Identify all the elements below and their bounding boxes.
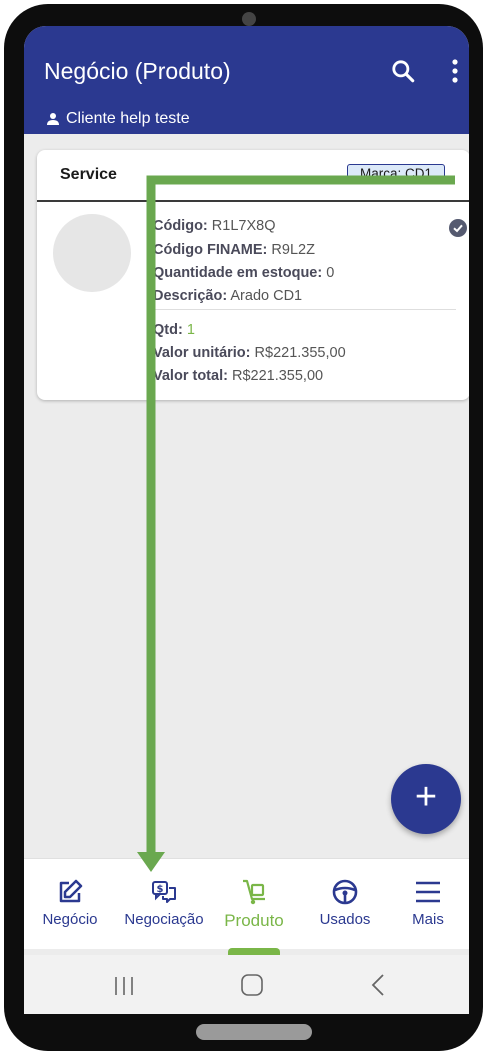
estoque-value: 0 — [326, 265, 335, 281]
client-name: Cliente help teste — [66, 110, 190, 127]
svg-text:$: $ — [157, 884, 164, 895]
home-indicator — [196, 1024, 312, 1040]
estoque-label: Quantidade em estoque: — [153, 265, 323, 281]
bottom-nav: Negócio $ Negociação Produto Usados Mais — [24, 858, 469, 949]
nav-label-produto: Produto — [224, 911, 284, 930]
add-fab-button[interactable]: + — [391, 764, 461, 834]
card-header: Service Marca: CD1 — [37, 150, 469, 202]
unitario-value: R$221.355,00 — [254, 345, 346, 361]
home-icon[interactable] — [240, 973, 264, 997]
more-vert-icon[interactable] — [444, 56, 466, 86]
system-nav-bar — [24, 955, 469, 1014]
codigo-label: Código: — [153, 218, 208, 234]
nav-label-negocio: Negócio — [42, 911, 98, 928]
person-icon — [47, 113, 59, 125]
recents-icon[interactable] — [112, 975, 136, 997]
total-value: R$221.355,00 — [231, 368, 324, 384]
nav-label-mais: Mais — [412, 911, 444, 928]
finame-row: Código FINAME: R9L2Z — [153, 242, 315, 258]
nav-negociacao[interactable]: $ Negociação — [116, 859, 212, 949]
back-icon[interactable] — [370, 973, 386, 997]
nav-produto[interactable]: Produto — [218, 859, 290, 949]
app-bar: Negócio (Produto) Cliente help teste — [24, 26, 469, 134]
check-circle-icon[interactable] — [449, 219, 467, 237]
edit-icon — [59, 879, 83, 903]
page-title: Negócio (Produto) — [44, 58, 231, 84]
steering-wheel-icon — [332, 879, 358, 905]
nav-negocio[interactable]: Negócio — [36, 859, 104, 949]
nav-usados[interactable]: Usados — [310, 859, 380, 949]
nav-mais[interactable]: Mais — [402, 859, 454, 949]
nav-label-usados: Usados — [319, 911, 371, 928]
unitario-row: Valor unitário: R$221.355,00 — [153, 345, 346, 361]
total-row: Valor total: R$221.355,00 — [153, 368, 323, 384]
nav-label-negociacao: Negociação — [124, 911, 204, 928]
total-label: Valor total: — [153, 368, 228, 384]
estoque-row: Quantidade em estoque: 0 — [153, 265, 334, 281]
divider — [153, 309, 456, 310]
descricao-label: Descrição: — [153, 288, 228, 304]
codigo-value: R1L7X8Q — [211, 218, 276, 234]
qtd-row: Qtd: 1 — [153, 322, 195, 338]
screen: Negócio (Produto) Cliente help teste Ser… — [24, 26, 469, 1014]
search-icon[interactable] — [390, 58, 416, 84]
active-tab-indicator — [228, 948, 280, 955]
product-card[interactable]: Service Marca: CD1 Código: R1L7X8Q Códig… — [37, 150, 469, 400]
qtd-value: 1 — [186, 322, 195, 338]
client-label[interactable]: Cliente help teste — [46, 110, 190, 128]
menu-icon — [416, 881, 440, 903]
codigo-row: Código: R1L7X8Q — [153, 218, 275, 234]
descricao-row: Descrição: Arado CD1 — [153, 288, 302, 304]
camera-dot — [242, 12, 256, 26]
finame-value: R9L2Z — [271, 242, 315, 258]
finame-label: Código FINAME: — [153, 242, 268, 258]
qtd-label: Qtd: — [153, 322, 183, 338]
hand-truck-icon — [243, 879, 265, 905]
product-image-placeholder — [53, 214, 131, 292]
brand-badge: Marca: CD1 — [347, 164, 445, 184]
negotiation-icon: $ — [152, 881, 176, 903]
phone-frame: Negócio (Produto) Cliente help teste Ser… — [4, 4, 483, 1051]
descricao-value: Arado CD1 — [230, 288, 303, 304]
unitario-label: Valor unitário: — [153, 345, 251, 361]
section-title: Service — [60, 166, 117, 183]
